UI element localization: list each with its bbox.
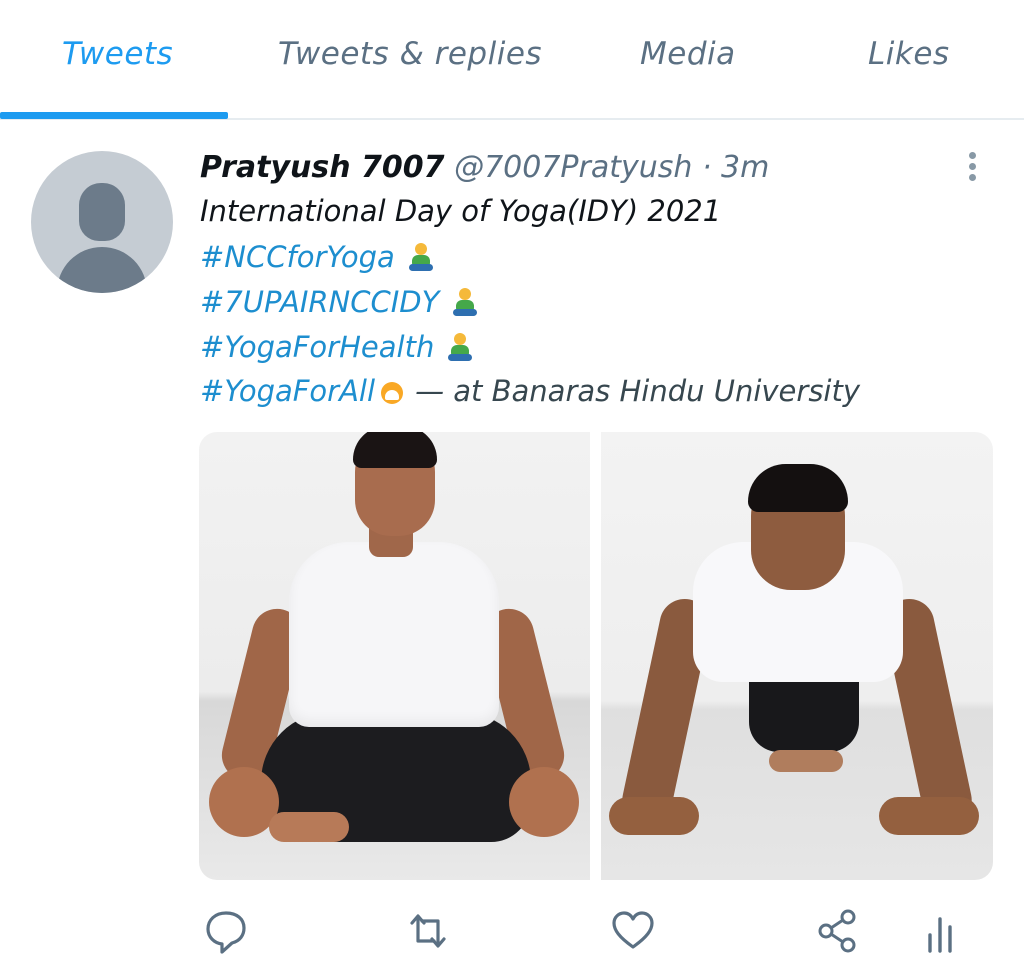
hashtag-link[interactable]: #YogaForAll bbox=[200, 374, 375, 408]
tweet-media-grid bbox=[199, 432, 993, 880]
tweet-time[interactable]: 3m bbox=[721, 150, 769, 185]
hashtag-link[interactable]: #7UPAIRNCCIDY bbox=[200, 285, 439, 319]
profile-tabs: Tweets Tweets & replies Media Likes bbox=[0, 0, 1024, 120]
more-options-icon[interactable] bbox=[962, 148, 982, 188]
retweet-icon[interactable] bbox=[404, 905, 452, 957]
like-icon[interactable] bbox=[609, 905, 657, 957]
hashtag-line: #NCCforYoga bbox=[200, 240, 433, 274]
hashtag-line: #YogaForHealth bbox=[200, 330, 473, 364]
share-icon[interactable] bbox=[814, 905, 862, 957]
author-name[interactable]: Pratyush 7007 bbox=[200, 150, 445, 185]
tweet-text: International Day of Yoga(IDY) 2021 bbox=[200, 194, 722, 228]
tab-tweets-replies[interactable]: Tweets & replies bbox=[278, 36, 542, 72]
analytics-icon[interactable] bbox=[916, 905, 964, 957]
tweet-photo-2[interactable] bbox=[601, 432, 993, 880]
location-text[interactable]: — at Banaras Hindu University bbox=[415, 374, 860, 408]
header-separator: · bbox=[701, 150, 712, 185]
hashtag-link[interactable]: #NCCforYoga bbox=[200, 240, 395, 274]
person-in-lotus-position-icon bbox=[408, 243, 433, 273]
tweet-actions bbox=[0, 905, 1024, 965]
reply-icon[interactable] bbox=[202, 905, 250, 957]
avatar[interactable] bbox=[31, 151, 173, 293]
default-avatar-shoulders-shape bbox=[57, 247, 147, 293]
default-avatar-head-shape bbox=[79, 183, 125, 241]
tab-media[interactable]: Media bbox=[640, 36, 736, 72]
person-in-lotus-position-icon bbox=[453, 288, 478, 318]
person-in-lotus-position-icon bbox=[448, 333, 473, 363]
hashtag-line: #YogaForAll — at Banaras Hindu University bbox=[200, 374, 860, 408]
tab-likes[interactable]: Likes bbox=[868, 36, 950, 72]
tweet-photo-1[interactable] bbox=[199, 432, 590, 880]
hashtag-link[interactable]: #YogaForHealth bbox=[200, 330, 434, 364]
active-tab-indicator bbox=[0, 112, 228, 119]
tweet-header: Pratyush 7007 @7007Pratyush · 3m bbox=[200, 150, 769, 185]
hashtag-line: #7UPAIRNCCIDY bbox=[200, 285, 478, 319]
author-handle[interactable]: @7007Pratyush bbox=[454, 150, 692, 185]
tab-tweets[interactable]: Tweets bbox=[62, 36, 173, 72]
yoga-day-logo-icon bbox=[381, 382, 404, 404]
